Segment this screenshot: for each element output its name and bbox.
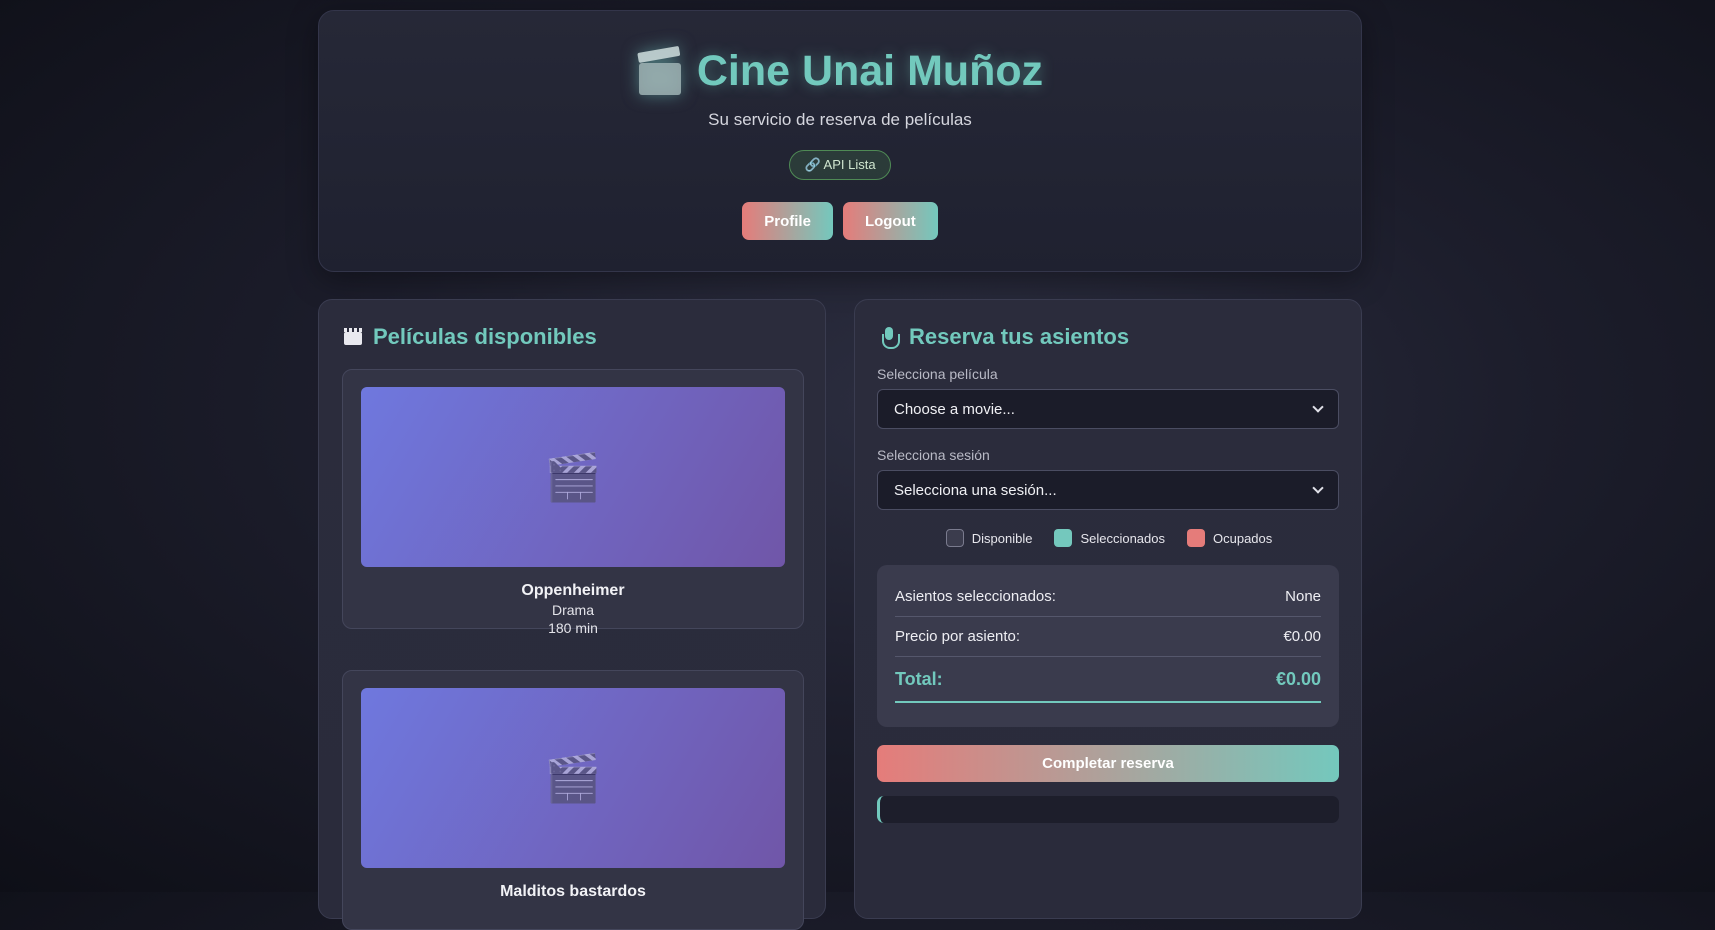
summary-seats-label: Asientos seleccionados: xyxy=(895,588,1056,605)
summary-price-row: Precio por asiento: €0.00 xyxy=(895,617,1321,657)
available-swatch xyxy=(945,529,964,547)
movie-genre: Drama xyxy=(551,602,594,618)
legend-occupied-label: Ocupados xyxy=(1213,530,1273,546)
movies-panel-title-text: Películas disponibles xyxy=(373,324,597,349)
api-status-text: 🔗 API Lista xyxy=(804,157,876,172)
api-status-badge: 🔗 API Lista xyxy=(789,150,891,180)
logout-button[interactable]: Logout xyxy=(842,202,938,240)
header-actions: Profile Logout xyxy=(319,202,1361,240)
legend-selected-label: Seleccionados xyxy=(1080,530,1165,546)
session-select-value: Selecciona una sesión... xyxy=(894,481,1057,499)
summary-price-value: €0.00 xyxy=(1283,628,1321,645)
movie-select-value: Choose a movie... xyxy=(894,400,1015,418)
microphone-icon xyxy=(879,327,900,349)
booking-panel: Reserva tus asientos Selecciona película… xyxy=(854,299,1362,919)
chevron-down-icon xyxy=(1312,482,1324,494)
summary-price-label: Precio por asiento: xyxy=(895,628,1021,645)
movie-title: Malditos bastardos xyxy=(500,883,646,900)
movie-title: Oppenheimer xyxy=(521,582,625,599)
status-message-box xyxy=(877,796,1339,823)
legend-available-label: Disponible xyxy=(971,530,1033,546)
title-row: Cine Unai Muñoz xyxy=(319,45,1361,96)
selected-swatch xyxy=(1054,529,1073,547)
booking-panel-title: Reserva tus asientos xyxy=(879,324,1129,350)
page-subtitle: Su servicio de reserva de películas xyxy=(708,110,972,129)
chevron-down-icon xyxy=(1312,401,1324,413)
session-select[interactable]: Selecciona una sesión... xyxy=(877,470,1339,510)
summary-total-row: Total: €0.00 xyxy=(895,657,1321,703)
booking-panel-title-text: Reserva tus asientos xyxy=(909,324,1130,349)
movies-panel-title: Películas disponibles xyxy=(343,324,597,350)
summary-total-value: €0.00 xyxy=(1275,668,1321,689)
clapperboard-icon: 🎬 xyxy=(544,751,602,804)
film-icon xyxy=(343,327,363,347)
legend-occupied: Ocupados xyxy=(1187,529,1272,547)
occupied-swatch xyxy=(1187,529,1205,547)
movie-select[interactable]: Choose a movie... xyxy=(877,389,1339,429)
clapperboard-icon xyxy=(637,45,683,95)
summary-seats-row: Asientos seleccionados: None xyxy=(895,577,1321,617)
complete-booking-button[interactable]: Completar reserva xyxy=(877,745,1339,782)
legend-selected: Seleccionados xyxy=(1054,529,1165,547)
movie-poster: 🎬 xyxy=(361,387,785,567)
movie-poster: 🎬 xyxy=(361,688,785,868)
legend-available: Disponible xyxy=(945,529,1033,547)
movies-panel: Películas disponibles 🎬 Oppenheimer Dram… xyxy=(318,299,826,930)
movie-card[interactable]: 🎬 Malditos bastardos xyxy=(342,670,804,930)
movie-card[interactable]: 🎬 Oppenheimer Drama 180 min xyxy=(342,369,804,636)
page-title: Cine Unai Muñoz xyxy=(696,47,1044,95)
seat-legend: Disponible Seleccionados Ocupados xyxy=(855,529,1363,547)
profile-button[interactable]: Profile xyxy=(742,202,833,240)
summary-seats-value: None xyxy=(1285,588,1321,605)
header: Cine Unai Muñoz Su servicio de reserva d… xyxy=(318,10,1362,272)
summary-total-label: Total: xyxy=(895,668,943,689)
booking-summary: Asientos seleccionados: None Precio por … xyxy=(877,565,1339,727)
movie-select-label: Selecciona película xyxy=(877,366,998,382)
movie-duration: 180 min xyxy=(548,620,598,636)
session-select-label: Selecciona sesión xyxy=(877,447,990,463)
clapperboard-icon: 🎬 xyxy=(544,450,602,503)
